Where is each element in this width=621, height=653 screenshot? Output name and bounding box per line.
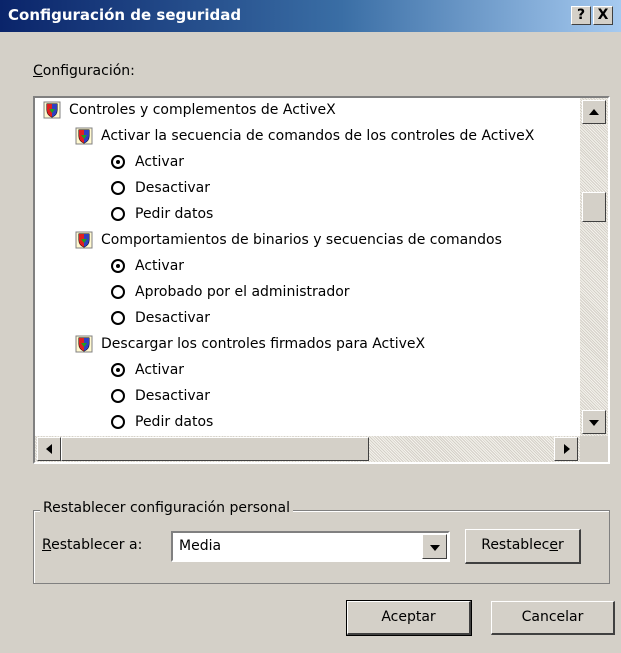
settings-tree-rows: Controles y complementos de ActiveX Activ…: [35, 98, 580, 436]
shield-settings-icon: [75, 335, 93, 353]
tree-setting[interactable]: Comportamientos de binarios y secuencias…: [35, 227, 580, 253]
reset-level-combo[interactable]: Media: [171, 531, 450, 562]
tree-setting[interactable]: Descargar los controles firmados para Ac…: [35, 331, 580, 357]
tree-setting[interactable]: Activar la secuencia de comandos de los …: [35, 123, 580, 149]
horizontal-scrollbar[interactable]: [35, 436, 580, 462]
radio-unselected-icon[interactable]: [111, 311, 125, 325]
cancel-button[interactable]: Cancelar: [491, 601, 615, 635]
scroll-up-button[interactable]: [582, 100, 606, 124]
tree-radio-option[interactable]: Pedir datos: [35, 409, 580, 435]
reset-to-label-rest: establecer a:: [51, 537, 143, 553]
tree-row-label: Activar la secuencia de comandos de los …: [101, 128, 535, 144]
shield-settings-icon: [75, 127, 93, 145]
settings-label-rest: onfiguración:: [42, 63, 135, 79]
radio-selected-icon[interactable]: [111, 363, 125, 377]
ok-button[interactable]: Aceptar: [346, 600, 472, 636]
reset-level-value: Media: [179, 538, 222, 554]
combo-dropdown-button[interactable]: [422, 534, 447, 559]
scroll-right-button[interactable]: [554, 437, 578, 461]
reset-to-label-accel: R: [42, 537, 52, 553]
chevron-down-icon: [430, 545, 440, 551]
radio-unselected-icon[interactable]: [111, 415, 125, 429]
arrow-down-icon: [589, 420, 599, 426]
hscroll-thumb[interactable]: [61, 437, 369, 461]
close-button[interactable]: X: [593, 6, 613, 25]
reset-button-accel: e: [549, 537, 559, 553]
help-button[interactable]: ?: [571, 6, 591, 25]
tree-radio-option[interactable]: Desactivar: [35, 383, 580, 409]
reset-group-legend: Restablecer configuración personal: [40, 500, 293, 516]
tree-row-label: Desactivar: [135, 180, 210, 196]
shield-settings-icon: [43, 101, 61, 119]
tree-row-label: Pedir datos: [135, 206, 214, 222]
radio-selected-icon[interactable]: [111, 155, 125, 169]
arrow-right-icon: [564, 444, 570, 454]
tree-row-label: Comportamientos de binarios y secuencias…: [101, 232, 502, 248]
tree-radio-option[interactable]: Pedir datos: [35, 201, 580, 227]
scroll-down-button[interactable]: [582, 410, 606, 434]
tree-radio-option[interactable]: Activar: [35, 149, 580, 175]
tree-radio-option[interactable]: Activar: [35, 357, 580, 383]
arrow-left-icon: [46, 444, 52, 454]
scroll-left-button[interactable]: [37, 437, 61, 461]
tree-row-label: Desactivar: [135, 388, 210, 404]
settings-label: Configuración:: [33, 63, 135, 79]
tree-row-label: Activar: [135, 362, 185, 378]
tree-row-label: Controles y complementos de ActiveX: [69, 102, 336, 118]
reset-to-label: Restablecer a:: [42, 537, 142, 553]
tree-row-label: Desactivar: [135, 310, 210, 326]
reset-button-label-b: r: [558, 537, 564, 553]
tree-row-label: Aprobado por el administrador: [135, 284, 350, 300]
reset-button-label-a: Restablec: [481, 537, 550, 553]
tree-radio-option[interactable]: Activar: [35, 253, 580, 279]
window-title: Configuración de seguridad: [8, 6, 242, 24]
title-bar: Configuración de seguridad ? X: [0, 0, 621, 32]
radio-unselected-icon[interactable]: [111, 389, 125, 403]
settings-label-accel: C: [33, 63, 43, 79]
tree-radio-option[interactable]: Desactivar: [35, 305, 580, 331]
tree-radio-option[interactable]: Aprobado por el administrador: [35, 279, 580, 305]
shield-settings-icon: [75, 231, 93, 249]
scroll-thumb[interactable]: [582, 192, 606, 222]
reset-button[interactable]: Restablecer: [465, 529, 581, 564]
radio-selected-icon[interactable]: [111, 259, 125, 273]
radio-unselected-icon[interactable]: [111, 181, 125, 195]
tree-row-label: Activar: [135, 154, 185, 170]
tree-row-label: Activar: [135, 258, 185, 274]
tree-radio-option[interactable]: Desactivar: [35, 175, 580, 201]
radio-unselected-icon[interactable]: [111, 285, 125, 299]
scrollbar-corner: [580, 436, 608, 462]
settings-tree[interactable]: Controles y complementos de ActiveX Activ…: [33, 96, 610, 464]
arrow-up-icon: [589, 109, 599, 115]
vertical-scrollbar[interactable]: [580, 98, 608, 436]
tree-row-label: Descargar los controles firmados para Ac…: [101, 336, 426, 352]
tree-row-label: Pedir datos: [135, 414, 214, 430]
tree-category[interactable]: Controles y complementos de ActiveX: [35, 98, 580, 123]
radio-unselected-icon[interactable]: [111, 207, 125, 221]
